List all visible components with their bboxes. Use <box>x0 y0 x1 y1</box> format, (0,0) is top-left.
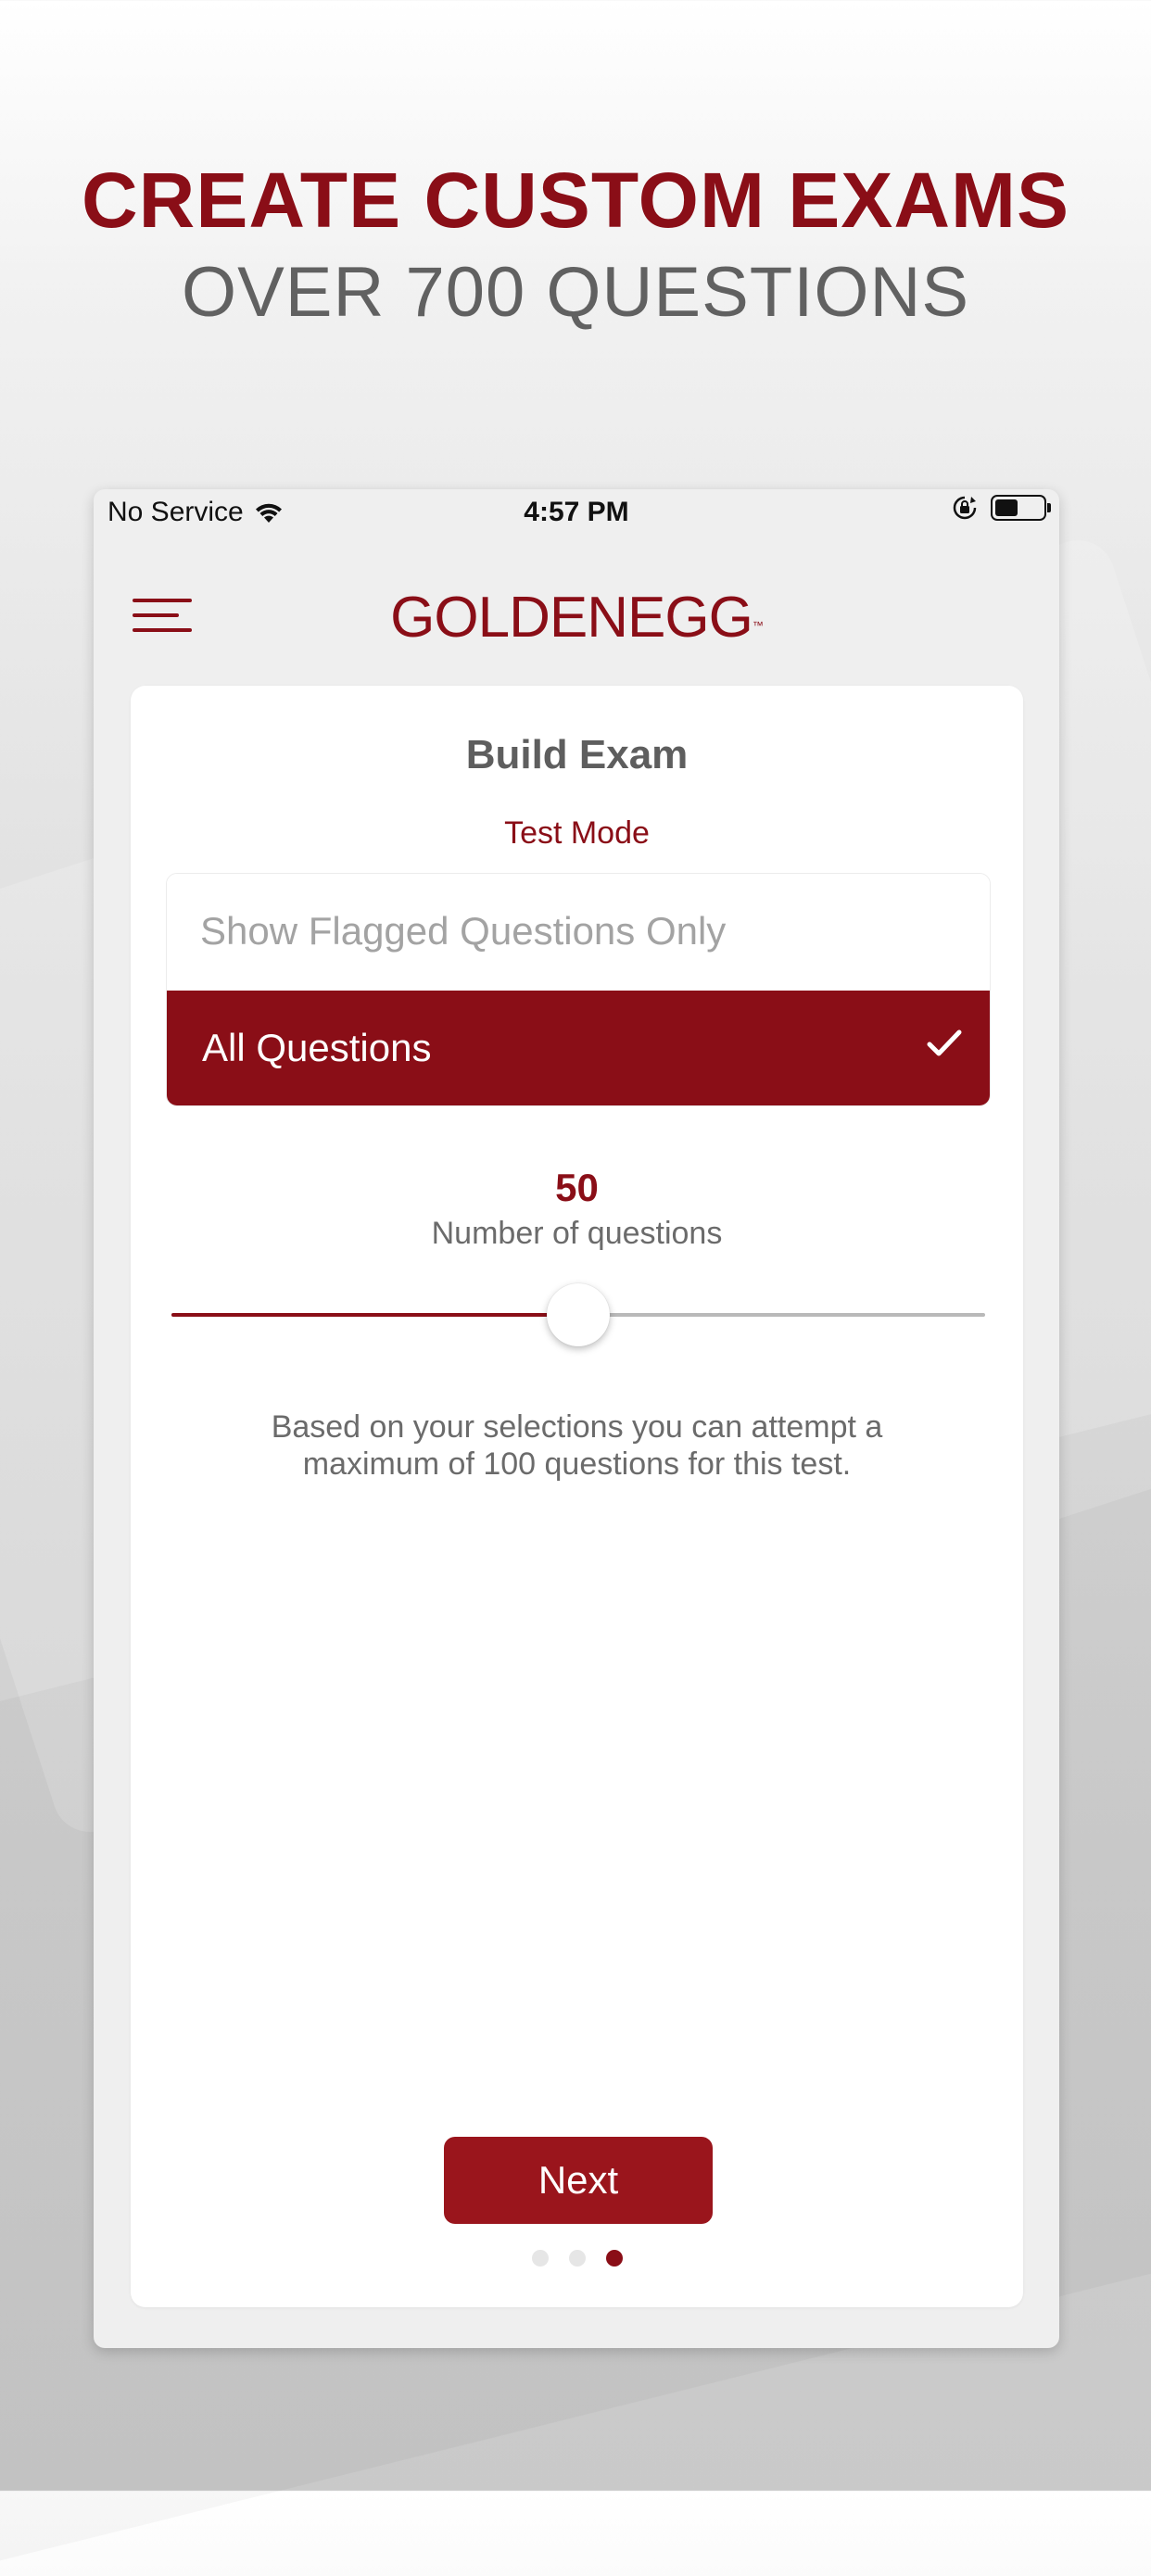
phone-screen: No Service 4:57 PM GOLDENEGG™ Build Exam… <box>94 489 1059 2348</box>
orientation-lock-icon <box>953 496 977 520</box>
option-label: Show Flagged Questions Only <box>200 909 727 953</box>
next-button[interactable]: Next <box>444 2137 713 2224</box>
page-title: Build Exam <box>465 732 689 777</box>
question-count-value: 50 <box>555 1166 599 1209</box>
golden-egg-logo: GOLDENEGG™ <box>390 586 764 650</box>
pagination-dot[interactable] <box>605 2250 623 2267</box>
slider-thumb[interactable] <box>547 1283 610 1346</box>
question-count-label: Number of questions <box>431 1216 723 1251</box>
question-limit-info: Based on your selections you can attempt… <box>271 1409 883 1482</box>
slider-fill <box>171 1313 578 1317</box>
status-time: 4:57 PM <box>524 497 629 527</box>
option-flagged-questions[interactable]: Show Flagged Questions Only <box>167 874 990 989</box>
question-filter-options: Show Flagged Questions Only All Question… <box>166 873 991 1106</box>
pagination-dots <box>131 2250 1023 2267</box>
headline-title: CREATE CUSTOM EXAMS <box>82 157 1069 244</box>
pagination-dot[interactable] <box>531 2250 549 2267</box>
option-all-questions[interactable]: All Questions <box>167 991 990 1105</box>
status-right-group <box>952 495 1051 521</box>
test-mode-label: Test Mode <box>504 815 650 851</box>
battery-icon <box>991 495 1051 521</box>
checkmark-icon <box>927 1029 962 1056</box>
option-label: All Questions <box>202 1026 432 1069</box>
build-exam-card: Build Exam Test Mode Show Flagged Questi… <box>131 686 1023 2307</box>
pagination-dot[interactable] <box>568 2250 586 2267</box>
status-bar: No Service 4:57 PM <box>94 489 1059 532</box>
question-count-slider[interactable] <box>171 1283 985 1348</box>
headline-subtitle: OVER 700 QUESTIONS <box>181 253 970 332</box>
